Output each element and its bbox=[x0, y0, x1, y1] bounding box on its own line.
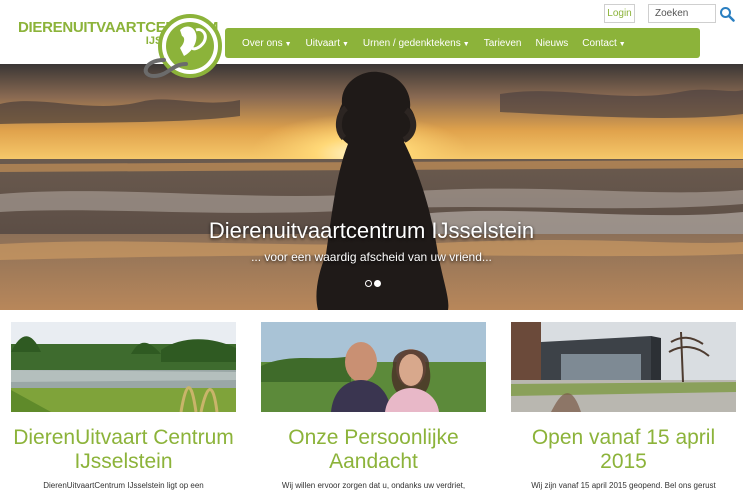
column-text: DierenUitvaartCentrum IJsselstein ligt o… bbox=[43, 481, 204, 490]
column-title: Open vanaf 15 april 2015 bbox=[531, 426, 716, 473]
nav-item-tarieven[interactable]: Tarieven bbox=[484, 38, 522, 49]
hero-image bbox=[0, 64, 743, 310]
login-button[interactable]: Login bbox=[604, 4, 635, 23]
feature-column-attention: Onze Persoonlijke Aandacht Wij willen er… bbox=[261, 322, 486, 491]
caret-down-icon: ▼ bbox=[284, 40, 292, 48]
nav-item-uitvaart[interactable]: Uitvaart ▼ bbox=[306, 38, 349, 49]
search-input[interactable] bbox=[648, 4, 716, 23]
caret-down-icon: ▼ bbox=[462, 40, 470, 48]
nav-item-contact[interactable]: Contact ▼ bbox=[582, 38, 625, 49]
canal-landscape-image[interactable] bbox=[11, 322, 236, 412]
owners-portrait-image[interactable] bbox=[261, 322, 486, 412]
hero-title: Dierenuitvaartcentrum IJsselstein bbox=[208, 218, 535, 243]
caret-down-icon: ▼ bbox=[341, 40, 349, 48]
site-header: DIERENUITVAARTCENTRUM IJSSELSTEIN Over o… bbox=[0, 0, 743, 79]
slide-indicator-1[interactable] bbox=[365, 280, 372, 287]
building-exterior-image[interactable] bbox=[511, 322, 736, 412]
caret-down-icon: ▼ bbox=[618, 40, 626, 48]
column-text: Wij willen ervoor zorgen dat u, ondanks … bbox=[281, 481, 466, 490]
column-title: Onze Persoonlijke Aandacht bbox=[288, 426, 459, 473]
slide-indicator-2[interactable] bbox=[374, 280, 381, 287]
search-icon[interactable] bbox=[719, 6, 735, 22]
feature-column-location: DierenUitvaart Centrum IJsselstein Diere… bbox=[11, 322, 236, 491]
hero-subtitle: ... voor een waardig afscheid van uw vri… bbox=[251, 250, 492, 264]
column-text: Wij zijn vanaf 15 april 2015 geopend. Be… bbox=[531, 481, 716, 490]
feature-column-opening: Open vanaf 15 april 2015 Wij zijn vanaf … bbox=[511, 322, 736, 491]
main-navigation: Over ons ▼ Uitvaart ▼ Urnen / gedenktekens… bbox=[225, 28, 700, 58]
nav-item-nieuws[interactable]: Nieuws bbox=[536, 38, 569, 49]
column-title: DierenUitvaart Centrum IJsselstein bbox=[13, 426, 234, 473]
hero-slider: Dierenuitvaartcentrum IJsselstein ... vo… bbox=[0, 64, 743, 310]
logo-icon[interactable] bbox=[134, 8, 224, 80]
nav-item-over-ons[interactable]: Over ons ▼ bbox=[242, 38, 292, 49]
nav-item-urnen[interactable]: Urnen / gedenktekens ▼ bbox=[363, 38, 470, 49]
